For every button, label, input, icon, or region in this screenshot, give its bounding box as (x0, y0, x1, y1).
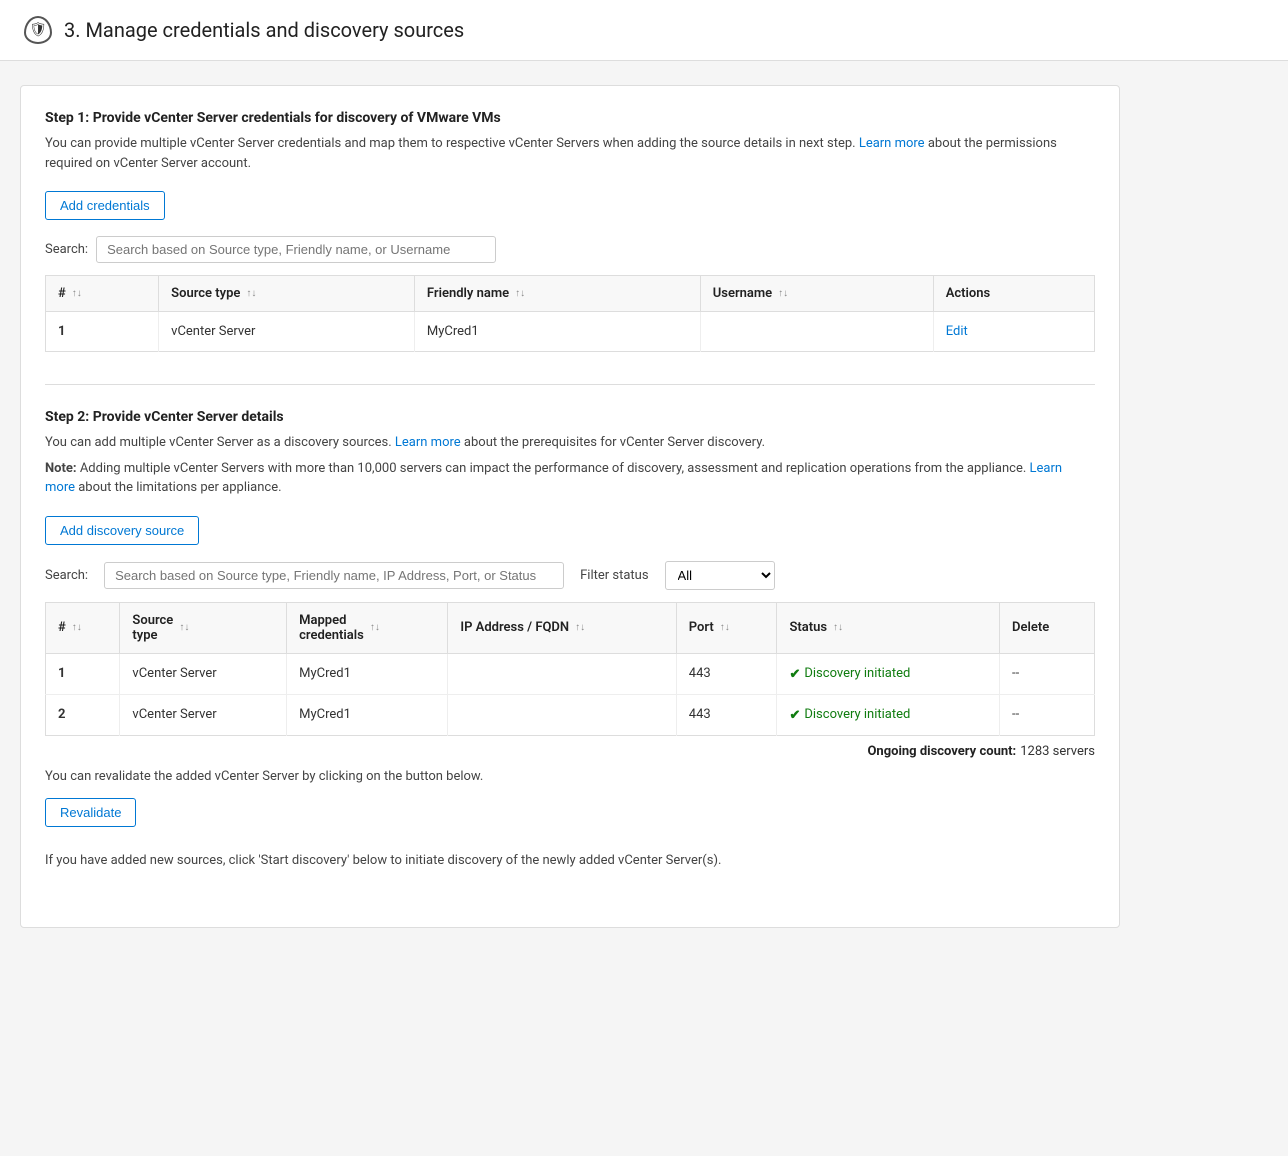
col2-header-source-type[interactable]: Sourcetype↑↓ (120, 602, 287, 653)
sort-icon-num: ↑↓ (72, 288, 82, 299)
bottom-note: If you have added new sources, click 'St… (45, 851, 1095, 871)
col-header-username[interactable]: Username↑↓ (700, 276, 933, 312)
sort-icon2-status: ↑↓ (833, 622, 843, 633)
step2-title: Step 2: Provide vCenter Server details (45, 409, 1095, 425)
table-row: 1 vCenter Server MyCred1 Edit (46, 312, 1095, 352)
status-text-2: Discovery initiated (804, 707, 910, 722)
status-badge-2: ✔ Discovery initiated (789, 707, 987, 723)
col-header-actions: Actions (933, 276, 1094, 312)
note-text2: about the limitations per appliance. (78, 480, 281, 495)
cell2-port-2: 443 (676, 694, 777, 735)
check-icon-2: ✔ (789, 708, 800, 723)
cell2-num-2: 2 (46, 694, 120, 735)
step2-note: Note: Adding multiple vCenter Servers wi… (45, 459, 1095, 498)
section-divider (45, 384, 1095, 385)
col-header-friendly-name[interactable]: Friendly name↑↓ (414, 276, 700, 312)
cell2-port-1: 443 (676, 653, 777, 694)
bottom-desc: You can revalidate the added vCenter Ser… (45, 767, 1095, 787)
cell2-delete-2: -- (1000, 694, 1095, 735)
col2-header-mapped-creds[interactable]: Mappedcredentials↑↓ (287, 602, 448, 653)
step2-desc-text2: about the prerequisites for vCenter Serv… (464, 435, 765, 450)
sort-icon2-num: ↑↓ (72, 622, 82, 633)
cell2-num-1: 1 (46, 653, 120, 694)
sort-icon2-port: ↑↓ (720, 622, 730, 633)
sort-icon-username: ↑↓ (778, 288, 788, 299)
step1-desc-text: You can provide multiple vCenter Server … (45, 136, 859, 151)
cell-source-type: vCenter Server (159, 312, 415, 352)
step2-section: Step 2: Provide vCenter Server details Y… (45, 409, 1095, 871)
shield-icon: 🛡 (24, 16, 52, 44)
step2-search-label: Search: (45, 568, 88, 583)
step2-search-filter-row: Search: Filter status All Initiated Comp… (45, 561, 1095, 590)
step1-search-row: Search: (45, 236, 1095, 263)
ongoing-discovery-row: Ongoing discovery count: 1283 servers (45, 736, 1095, 767)
cell2-mapped-creds-2: MyCred1 (287, 694, 448, 735)
filter-status-label: Filter status (580, 568, 648, 583)
col2-header-port[interactable]: Port↑↓ (676, 602, 777, 653)
step2-table-header-row: #↑↓ Sourcetype↑↓ Mappedcredentials↑↓ IP … (46, 602, 1095, 653)
cell2-source-type-2: vCenter Server (120, 694, 287, 735)
cell2-ip-fqdn-2 (448, 694, 676, 735)
main-content: Step 1: Provide vCenter Server credentia… (20, 85, 1120, 928)
cell2-source-type-1: vCenter Server (120, 653, 287, 694)
edit-link[interactable]: Edit (946, 324, 968, 339)
col2-header-delete: Delete (1000, 602, 1095, 653)
sort-icon2-ip: ↑↓ (575, 622, 585, 633)
sort-icon-source-type: ↑↓ (246, 288, 256, 299)
step1-search-input[interactable] (96, 236, 496, 263)
status-badge-1: ✔ Discovery initiated (789, 666, 987, 682)
col2-header-status[interactable]: Status↑↓ (777, 602, 1000, 653)
page-header: 🛡 3. Manage credentials and discovery so… (0, 0, 1288, 61)
ongoing-label: Ongoing discovery count: (867, 744, 1016, 759)
step1-table: #↑↓ Source type↑↓ Friendly name↑↓ Userna… (45, 275, 1095, 352)
add-credentials-button[interactable]: Add credentials (45, 191, 165, 220)
note-label: Note: (45, 461, 77, 476)
step1-table-header-row: #↑↓ Source type↑↓ Friendly name↑↓ Userna… (46, 276, 1095, 312)
status-text-1: Discovery initiated (804, 666, 910, 681)
cell-action: Edit (933, 312, 1094, 352)
cell-username (700, 312, 933, 352)
sort-icon2-source-type: ↑↓ (179, 622, 189, 633)
table-row: 2 vCenter Server MyCred1 443 ✔ Discovery… (46, 694, 1095, 735)
note-text: Adding multiple vCenter Servers with mor… (80, 461, 1026, 476)
page-title: 3. Manage credentials and discovery sour… (64, 18, 464, 42)
step2-learn-more-link[interactable]: Learn more (395, 435, 461, 450)
cell2-delete-1: -- (1000, 653, 1095, 694)
cell2-status-2: ✔ Discovery initiated (777, 694, 1000, 735)
step1-learn-more-link[interactable]: Learn more (859, 136, 925, 151)
step1-search-label: Search: (45, 242, 88, 257)
revalidate-button[interactable]: Revalidate (45, 798, 136, 827)
step1-section: Step 1: Provide vCenter Server credentia… (45, 110, 1095, 352)
step2-table: #↑↓ Sourcetype↑↓ Mappedcredentials↑↓ IP … (45, 602, 1095, 736)
col2-header-num[interactable]: #↑↓ (46, 602, 120, 653)
step1-desc: You can provide multiple vCenter Server … (45, 134, 1095, 173)
sort-icon-friendly-name: ↑↓ (515, 288, 525, 299)
cell-friendly-name: MyCred1 (414, 312, 700, 352)
col2-header-ip-fqdn[interactable]: IP Address / FQDN↑↓ (448, 602, 676, 653)
filter-status-select[interactable]: All Initiated Complete Error (665, 561, 775, 590)
table-row: 1 vCenter Server MyCred1 443 ✔ Discovery… (46, 653, 1095, 694)
ongoing-value: 1283 servers (1020, 744, 1095, 759)
sort-icon2-mapped-creds: ↑↓ (370, 622, 380, 633)
cell-num: 1 (46, 312, 159, 352)
cell2-mapped-creds-1: MyCred1 (287, 653, 448, 694)
cell2-ip-fqdn-1 (448, 653, 676, 694)
add-discovery-source-button[interactable]: Add discovery source (45, 516, 199, 545)
check-icon-1: ✔ (789, 667, 800, 682)
step2-desc: You can add multiple vCenter Server as a… (45, 433, 1095, 453)
col-header-source-type[interactable]: Source type↑↓ (159, 276, 415, 312)
col-header-num[interactable]: #↑↓ (46, 276, 159, 312)
step1-title: Step 1: Provide vCenter Server credentia… (45, 110, 1095, 126)
cell2-status-1: ✔ Discovery initiated (777, 653, 1000, 694)
step2-desc-text: You can add multiple vCenter Server as a… (45, 435, 395, 450)
step2-search-input[interactable] (104, 562, 564, 589)
